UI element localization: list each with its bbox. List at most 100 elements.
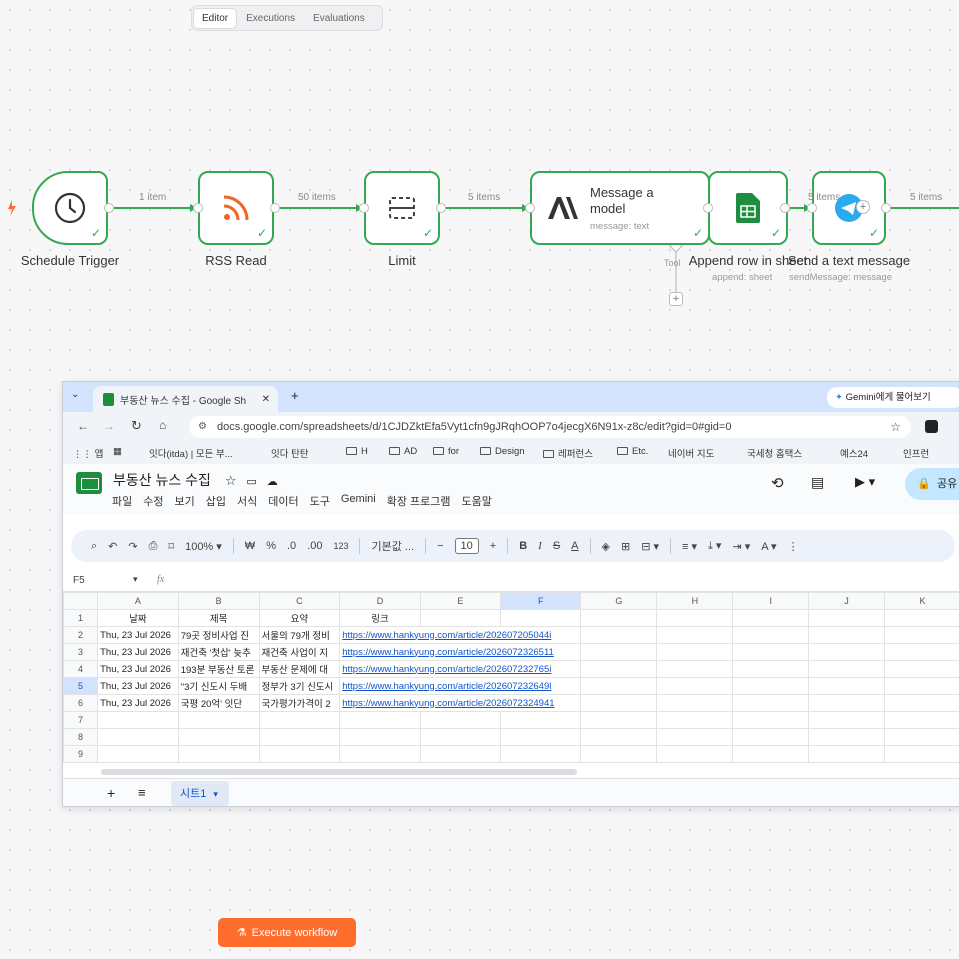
node-rss-read[interactable]: ✓	[198, 171, 274, 245]
bold-icon[interactable]: B	[519, 540, 527, 552]
cell[interactable]	[808, 677, 885, 695]
bookmark-folder-for[interactable]: for	[433, 446, 459, 457]
column-header[interactable]: H	[656, 592, 734, 610]
menu-insert[interactable]: 삽입	[206, 493, 226, 509]
cell[interactable]	[808, 745, 885, 763]
menu-file[interactable]: 파일	[112, 493, 132, 509]
cell[interactable]	[883, 677, 959, 695]
cell[interactable]	[883, 728, 959, 746]
bookmark-inflearn[interactable]: 인프런	[903, 446, 929, 460]
version-history-icon[interactable]: ⟲	[771, 474, 784, 492]
cell[interactable]	[419, 711, 502, 729]
print-icon[interactable]: ⎙	[149, 540, 158, 553]
cell[interactable]	[656, 609, 734, 627]
row-header[interactable]: 3	[63, 643, 99, 661]
increase-font-size-icon[interactable]: +	[490, 540, 496, 552]
move-folder-icon[interactable]: ▭	[246, 476, 256, 488]
reload-icon[interactable]: ↻	[131, 418, 142, 434]
cell[interactable]	[656, 728, 734, 746]
cell[interactable]	[97, 745, 179, 763]
zoom-select[interactable]: 100% ▾	[185, 540, 222, 553]
cell[interactable]	[419, 745, 502, 763]
cell[interactable]	[258, 728, 341, 746]
star-icon[interactable]: ☆	[225, 473, 237, 488]
italic-icon[interactable]: I	[538, 540, 542, 552]
cell[interactable]: https://www.hankyung.com/article/2026072…	[339, 626, 582, 644]
menu-data[interactable]: 데이터	[268, 493, 298, 509]
cell[interactable]	[339, 745, 421, 763]
bookmark-yes24[interactable]: 예스24	[840, 446, 868, 460]
select-all-corner[interactable]	[63, 592, 99, 610]
cell[interactable]	[732, 745, 810, 763]
add-node-button[interactable]: +	[856, 200, 870, 214]
cell[interactable]: Thu, 23 Jul 2026	[97, 643, 179, 661]
cell[interactable]	[883, 609, 959, 627]
cell[interactable]	[419, 609, 502, 627]
fill-color-icon[interactable]: ◈	[602, 540, 610, 553]
row-header[interactable]: 6	[63, 694, 99, 712]
row-header[interactable]: 7	[63, 711, 99, 729]
doc-title[interactable]: 부동산 뉴스 수집 ☆ ▭ ☁	[113, 470, 278, 490]
redo-icon[interactable]: ↷	[128, 540, 137, 553]
column-header[interactable]: G	[580, 592, 658, 610]
cell[interactable]	[883, 643, 959, 661]
cell[interactable]: 날짜	[97, 609, 179, 627]
cell[interactable]	[732, 728, 810, 746]
cell[interactable]: 79곳 정비사업 진	[177, 626, 260, 644]
paint-format-icon[interactable]: ⌑	[168, 540, 174, 553]
cell[interactable]	[732, 609, 810, 627]
cell[interactable]: https://www.hankyung.com/article/2026072…	[339, 643, 582, 661]
menu-edit[interactable]: 수정	[143, 493, 163, 509]
cell[interactable]: 요약	[258, 609, 341, 627]
add-sheet-icon[interactable]: +	[107, 785, 115, 801]
cell[interactable]	[883, 745, 959, 763]
cell[interactable]	[656, 626, 734, 644]
text-wrap-icon[interactable]: ⇥ ▾	[732, 540, 750, 553]
node-append-row-sheet[interactable]: ✓	[708, 171, 788, 245]
input-port[interactable]	[193, 203, 203, 213]
cell[interactable]	[732, 711, 810, 729]
cell[interactable]	[656, 660, 734, 678]
cell[interactable]	[97, 711, 179, 729]
cell[interactable]: https://www.hankyung.com/article/2026072…	[339, 677, 582, 695]
cell[interactable]	[97, 728, 179, 746]
row-header[interactable]: 1	[63, 609, 99, 627]
bookmark-folder-ad[interactable]: AD	[389, 446, 417, 457]
column-header[interactable]: D	[339, 592, 421, 610]
node-limit[interactable]: ✓	[364, 171, 440, 245]
cell[interactable]	[656, 711, 734, 729]
cell[interactable]	[883, 660, 959, 678]
bookmark-hometax[interactable]: 국세청 홈택스	[747, 446, 802, 460]
column-header[interactable]: E	[419, 592, 502, 610]
url-bar[interactable]: ⚙ docs.google.com/spreadsheets/d/1CJDZkt…	[189, 416, 911, 438]
cell[interactable]	[500, 745, 582, 763]
cell[interactable]: 부동산 문제에 대	[258, 660, 341, 678]
bookmark-folder-reference[interactable]: 레퍼런스	[543, 446, 593, 460]
cell[interactable]	[580, 745, 658, 763]
cell[interactable]	[177, 745, 260, 763]
cell[interactable]: Thu, 23 Jul 2026	[97, 677, 179, 695]
cell[interactable]: "3기 신도시 두배	[177, 677, 260, 695]
cell[interactable]: 국가평가가격이 2	[258, 694, 341, 712]
bookmark-folder-h[interactable]: H	[346, 446, 368, 457]
percent-format-button[interactable]: %	[266, 540, 276, 552]
cell[interactable]	[883, 626, 959, 644]
input-port[interactable]	[807, 203, 817, 213]
output-port[interactable]	[881, 203, 891, 213]
cell[interactable]: 재건축 사업이 지	[258, 643, 341, 661]
strikethrough-icon[interactable]: S	[553, 540, 560, 552]
cell[interactable]	[580, 643, 658, 661]
browser-tab[interactable]: 부동산 뉴스 수집 - Google Sh ✕	[93, 386, 278, 412]
cell[interactable]	[732, 694, 810, 712]
menu-help[interactable]: 도움말	[462, 493, 492, 509]
more-options-icon[interactable]: ⋮	[788, 540, 799, 553]
bookmark-naver-map[interactable]: 네이버 지도	[668, 446, 714, 460]
cell[interactable]	[656, 677, 734, 695]
cell[interactable]	[177, 711, 260, 729]
name-box[interactable]: F5	[73, 575, 85, 586]
cell[interactable]: 193분 부동산 토론	[177, 660, 260, 678]
home-icon[interactable]: ⌂	[159, 418, 166, 432]
cell[interactable]	[258, 745, 341, 763]
cell[interactable]: https://www.hankyung.com/article/2026072…	[339, 660, 582, 678]
all-sheets-icon[interactable]: ≡	[138, 785, 146, 800]
